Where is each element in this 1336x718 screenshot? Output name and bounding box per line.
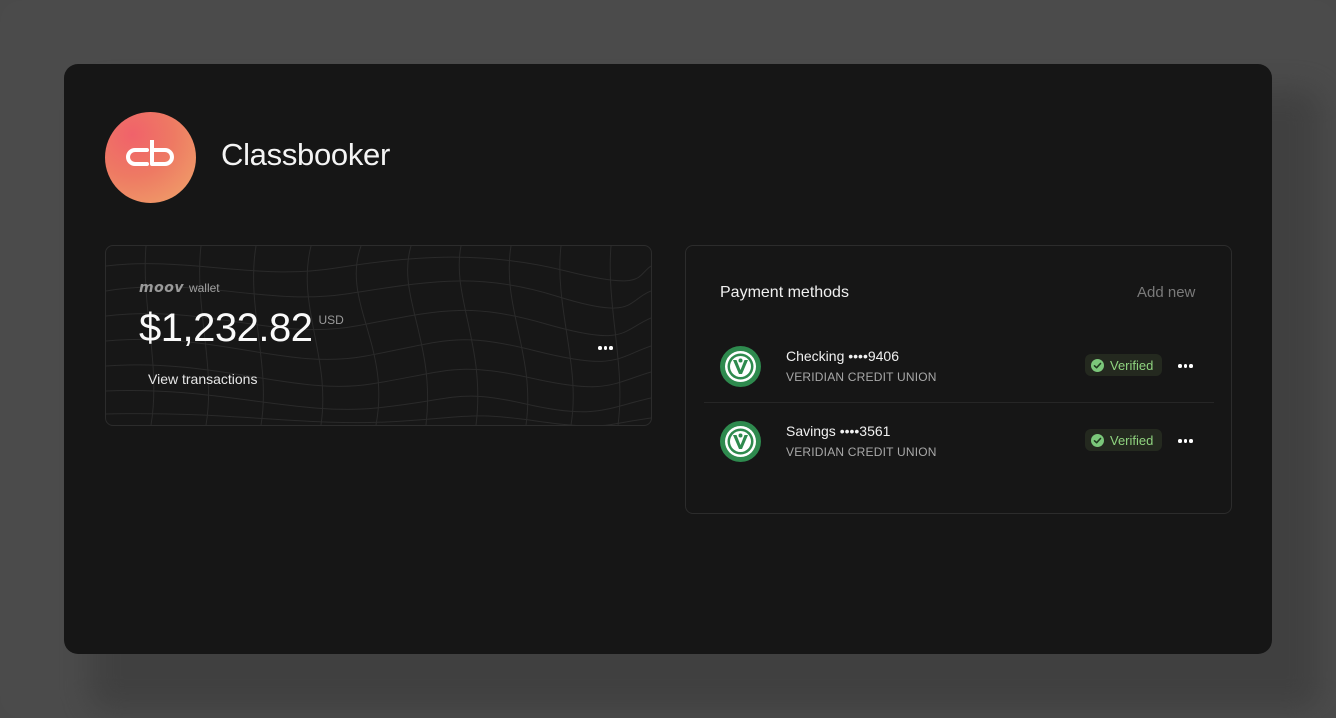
view-transactions-link[interactable]: View transactions	[148, 371, 257, 387]
verified-label: Verified	[1110, 432, 1154, 448]
payment-methods-card: Payment methods Add new Checking ••••940…	[685, 245, 1232, 514]
more-horizontal-icon[interactable]	[1178, 364, 1193, 368]
balance-currency: USD	[318, 313, 344, 327]
more-horizontal-icon[interactable]	[598, 346, 614, 350]
account-name-checking: Checking ••••9406	[786, 348, 900, 364]
account-name-savings: Savings ••••3561	[786, 423, 891, 439]
account-name: Classbooker	[221, 137, 391, 172]
payment-method-row[interactable]: Savings ••••3561 VERIDIAN CREDIT UNION V…	[704, 402, 1214, 477]
add-new-button[interactable]: Add new	[1137, 284, 1195, 301]
wallet-card: moov wallet $1,232.82 USD View transacti…	[105, 245, 652, 426]
more-horizontal-icon[interactable]	[1178, 439, 1193, 443]
check-circle-icon	[1091, 358, 1104, 372]
verified-badge: Verified	[1085, 429, 1163, 451]
bank-name: VERIDIAN CREDIT UNION	[786, 370, 937, 384]
veridian-logo-icon	[720, 421, 761, 462]
cb-logo-icon	[126, 140, 174, 166]
account-panel: Classbooker moov wallet $1,232.82 USD Vi…	[64, 64, 1272, 654]
moov-logo: moov	[139, 280, 184, 296]
classbooker-logo	[105, 112, 196, 203]
wallet-label: wallet	[188, 281, 220, 295]
moov-wallet-label: moov wallet	[139, 280, 220, 296]
bank-name: VERIDIAN CREDIT UNION	[786, 445, 937, 459]
payment-method-row[interactable]: Checking ••••9406 VERIDIAN CREDIT UNION …	[704, 327, 1214, 403]
payment-methods-title: Payment methods	[720, 284, 849, 301]
wallet-balance: $1,232.82 USD	[139, 306, 344, 350]
check-circle-icon	[1091, 433, 1104, 447]
balance-amount: $1,232.82	[139, 306, 313, 350]
verified-badge: Verified	[1085, 354, 1163, 376]
verified-label: Verified	[1110, 357, 1154, 373]
veridian-logo-icon	[720, 346, 761, 387]
